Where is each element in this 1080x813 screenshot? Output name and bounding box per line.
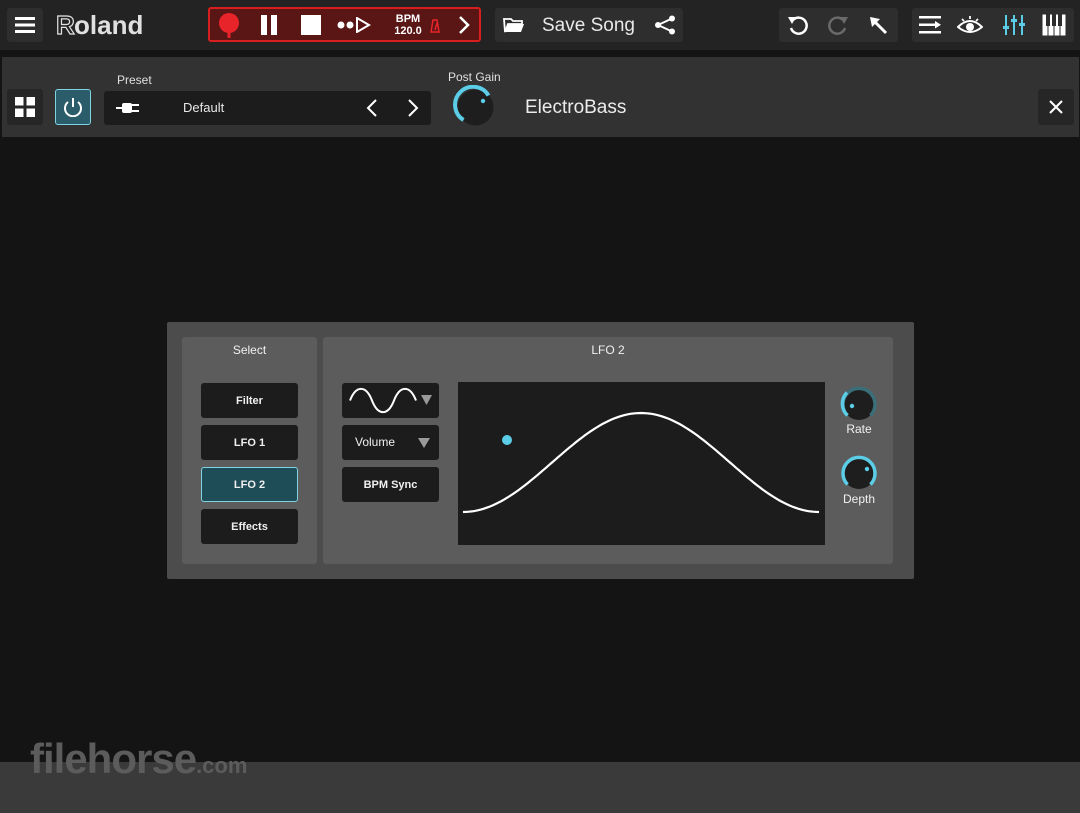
plug-icon — [116, 98, 144, 118]
preset-next-button[interactable] — [401, 95, 425, 121]
tracks-view-button[interactable] — [915, 11, 947, 39]
close-plugin-button[interactable] — [1038, 89, 1074, 125]
open-song-button[interactable] — [499, 12, 529, 38]
redo-icon — [828, 16, 848, 35]
tracks-icon — [919, 16, 941, 34]
dropdown-arrow-icon — [421, 395, 432, 405]
transport-bar: BPM 120.0 — [208, 7, 481, 42]
menu-icon — [15, 17, 35, 33]
pause-button[interactable] — [255, 12, 283, 38]
redo-button[interactable] — [823, 11, 853, 39]
count-in-icon — [337, 17, 371, 33]
undo-icon — [788, 16, 808, 35]
mixer-icon — [1003, 15, 1025, 35]
filehorse-watermark: filehorse.com — [30, 735, 247, 783]
metronome-button[interactable] — [427, 17, 443, 35]
depth-knob[interactable] — [837, 451, 881, 495]
lfo-position-dot — [502, 435, 512, 445]
bpm-value[interactable]: 120.0 — [388, 25, 428, 37]
sine-wave-icon — [349, 387, 417, 414]
save-song-button[interactable]: Save Song — [542, 15, 635, 37]
lfo-destination-selector[interactable]: Volume — [342, 425, 439, 460]
rate-label: Rate — [846, 422, 872, 436]
pointer-tool-button[interactable] — [863, 11, 893, 39]
select-lfo1-button[interactable]: LFO 1 — [201, 425, 298, 460]
pause-icon — [261, 15, 277, 35]
transport-expand-button[interactable] — [452, 12, 476, 38]
chevron-right-icon — [459, 16, 470, 34]
keyboard-view-button[interactable] — [1038, 11, 1070, 39]
instrument-name: ElectroBass — [525, 97, 627, 118]
lfo-curve — [462, 411, 820, 514]
record-button[interactable] — [215, 11, 243, 39]
keyboard-icon — [1042, 14, 1066, 36]
share-icon — [655, 15, 675, 35]
bpm-sync-button[interactable]: BPM Sync — [342, 467, 439, 502]
lfo-panel-title: LFO 2 — [591, 343, 625, 357]
preset-name[interactable]: Default — [183, 100, 224, 115]
plugin-power-button[interactable] — [55, 89, 91, 125]
metronome-icon — [430, 19, 440, 33]
rate-knob[interactable] — [837, 382, 881, 426]
count-in-button[interactable] — [334, 12, 374, 38]
lfo-destination-value: Volume — [355, 435, 396, 449]
waveform-selector[interactable] — [342, 383, 439, 418]
post-gain-label: Post Gain — [448, 70, 501, 84]
select-filter-button[interactable]: Filter — [201, 383, 298, 418]
share-button[interactable] — [651, 12, 679, 38]
stop-icon — [301, 15, 321, 35]
chevron-left-icon — [366, 99, 377, 117]
folder-icon — [503, 18, 524, 33]
close-icon — [1049, 100, 1063, 114]
lfo-waveform-display — [458, 382, 825, 545]
visibility-button[interactable] — [954, 11, 986, 39]
roland-logo: R oland — [54, 10, 199, 40]
post-gain-knob[interactable] — [453, 85, 498, 130]
stop-button[interactable] — [297, 12, 325, 38]
eye-icon — [957, 16, 983, 33]
watermark-main: filehorse — [30, 735, 197, 782]
preset-label: Preset — [117, 73, 152, 87]
svg-text:oland: oland — [74, 10, 143, 40]
menu-button[interactable] — [7, 8, 43, 42]
top-toolbar: R oland BPM 120.0 Save Song — [0, 0, 1080, 50]
select-effects-button[interactable]: Effects — [201, 509, 298, 544]
view-tools-group — [912, 8, 1074, 42]
plugin-grid-button[interactable] — [7, 89, 43, 125]
chevron-right-icon — [408, 99, 419, 117]
undo-button[interactable] — [783, 11, 813, 39]
grid-icon — [15, 97, 35, 117]
dropdown-arrow-icon — [418, 438, 430, 448]
select-panel-title: Select — [232, 343, 267, 357]
preset-prev-button[interactable] — [360, 95, 384, 121]
mixer-view-button[interactable] — [998, 11, 1030, 39]
pointer-icon — [870, 17, 888, 35]
depth-label: Depth — [842, 492, 876, 506]
edit-tools-group — [779, 8, 898, 42]
save-song-group: Save Song — [495, 8, 683, 42]
record-icon — [219, 13, 239, 38]
watermark-suffix: .com — [196, 753, 248, 778]
select-lfo2-button[interactable]: LFO 2 — [201, 467, 298, 502]
svg-text:R: R — [56, 10, 75, 40]
power-icon — [64, 98, 82, 117]
bpm-label: BPM — [395, 13, 421, 25]
